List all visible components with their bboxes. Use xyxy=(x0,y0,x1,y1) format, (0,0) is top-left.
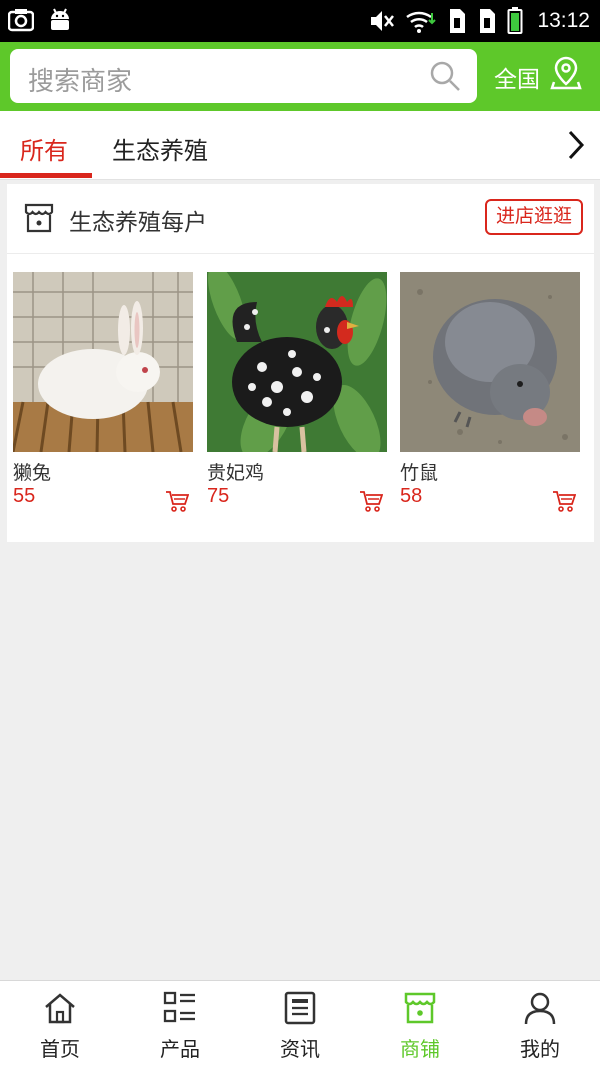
store-icon xyxy=(404,992,436,1024)
cart-icon[interactable] xyxy=(552,490,576,512)
nav-stores-label: 商铺 xyxy=(400,1037,440,1061)
tab-all[interactable]: 所有 xyxy=(20,131,68,166)
product-name[interactable]: 贵妃鸡 xyxy=(207,458,264,485)
nav-profile-label: 我的 xyxy=(520,1037,560,1061)
nav-home-label: 首页 xyxy=(40,1037,80,1061)
home-icon xyxy=(45,993,75,1024)
cart-icon[interactable] xyxy=(165,490,189,512)
nav-home[interactable]: 首页 xyxy=(0,981,120,1067)
region-selector[interactable]: 全国 xyxy=(494,60,540,94)
nav-profile[interactable]: 我的 xyxy=(480,981,600,1067)
wifi-icon xyxy=(406,11,437,33)
screenshot-icon xyxy=(8,9,34,32)
product-price: 55 xyxy=(13,485,36,507)
sim2-icon xyxy=(480,9,496,33)
store-name: 生态养殖每户 xyxy=(69,210,207,236)
visit-store-button[interactable]: 进店逛逛 xyxy=(485,199,583,235)
nav-news-label: 资讯 xyxy=(280,1037,320,1061)
store-icon xyxy=(24,203,54,233)
chevron-right-icon[interactable] xyxy=(566,129,586,161)
clock: 13:12 xyxy=(537,9,590,32)
product-name[interactable]: 竹鼠 xyxy=(400,458,438,485)
mute-icon xyxy=(371,11,395,31)
tab-eco-farming[interactable]: 生态养殖 xyxy=(112,131,208,166)
product-name[interactable]: 獭兔 xyxy=(13,458,51,485)
profile-icon xyxy=(524,992,556,1025)
battery-icon xyxy=(507,7,523,34)
product-image-rabbit[interactable] xyxy=(13,272,193,452)
nav-news[interactable]: 资讯 xyxy=(240,981,360,1067)
products-grid-icon xyxy=(163,991,195,1023)
active-tab-indicator xyxy=(0,173,92,178)
header-bar: 搜索商家 全国 xyxy=(0,42,600,111)
product-item[interactable]: 贵妃鸡 75 xyxy=(207,272,387,512)
android-icon xyxy=(51,8,69,30)
product-image-bamboo-rat[interactable] xyxy=(400,272,580,452)
news-icon xyxy=(284,991,316,1025)
sim1-icon xyxy=(450,9,466,33)
status-bar: 13:12 xyxy=(0,0,600,42)
cart-icon[interactable] xyxy=(359,490,383,512)
bottom-navigation: 首页 产品 资讯 商铺 我的 xyxy=(0,980,600,1067)
search-placeholder: 搜索商家 xyxy=(28,67,133,97)
search-input[interactable]: 搜索商家 xyxy=(10,49,477,103)
product-item[interactable]: 竹鼠 58 xyxy=(400,272,580,512)
product-price: 75 xyxy=(207,485,230,507)
product-item[interactable]: 獭兔 55 xyxy=(13,272,193,512)
product-price: 58 xyxy=(400,485,423,507)
location-pin-icon[interactable] xyxy=(550,56,582,90)
category-tabs: 所有 生态养殖 xyxy=(0,111,600,180)
store-header: 生态养殖每户 进店逛逛 xyxy=(7,184,594,254)
search-icon[interactable] xyxy=(429,60,461,92)
store-card: 生态养殖每户 进店逛逛 獭兔 55 贵妃鸡 75 竹鼠 58 xyxy=(7,184,594,542)
product-image-chicken[interactable] xyxy=(207,272,387,452)
nav-stores[interactable]: 商铺 xyxy=(360,981,480,1067)
nav-products-label: 产品 xyxy=(160,1037,200,1061)
nav-products[interactable]: 产品 xyxy=(120,981,240,1067)
